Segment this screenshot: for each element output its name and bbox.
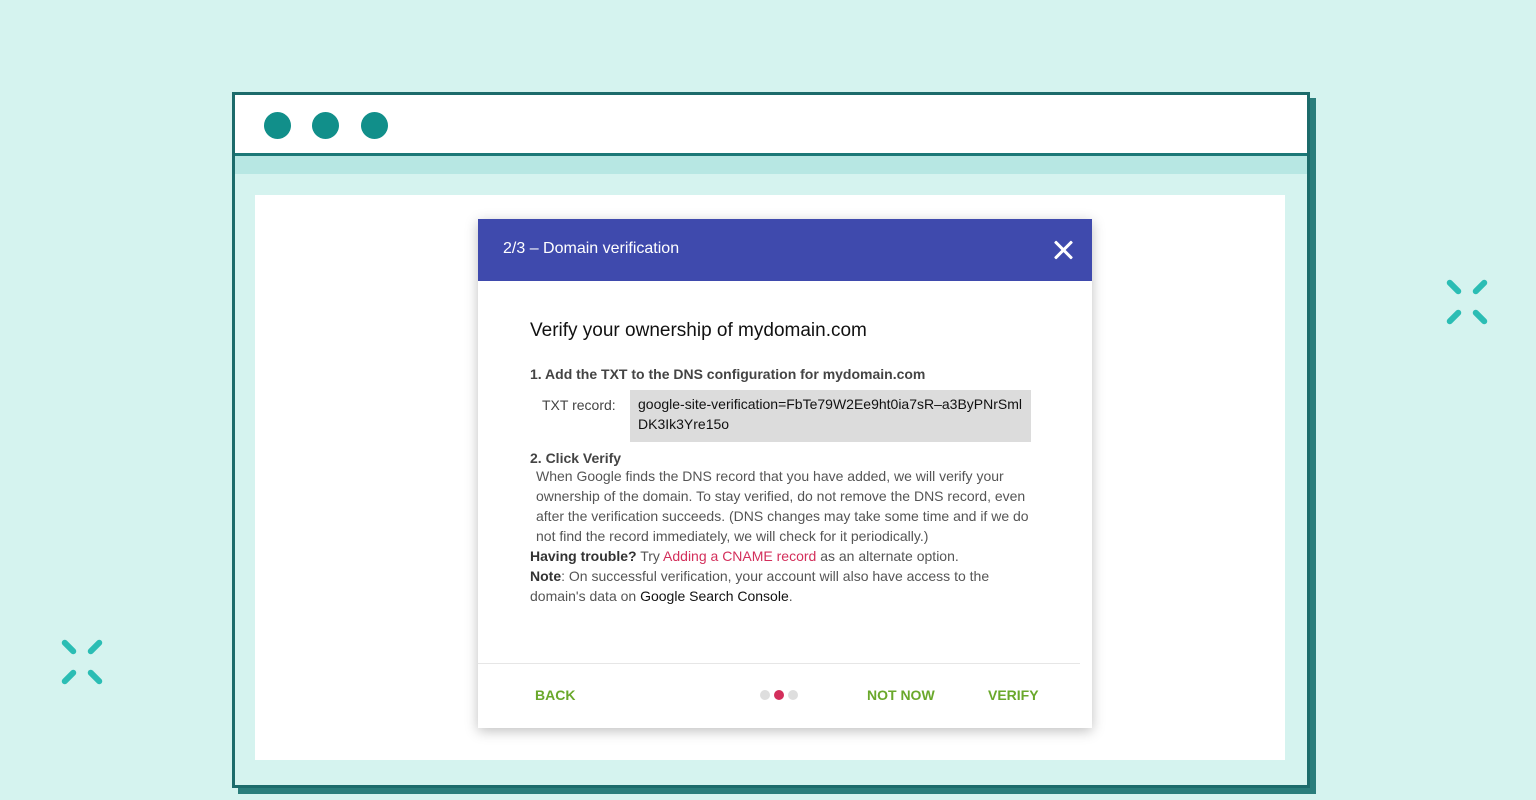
txt-record-label: TXT record: xyxy=(542,397,616,413)
step1-label: 1. Add the TXT to the DNS configuration … xyxy=(530,366,926,382)
browser-titlebar xyxy=(235,95,1307,156)
note-line: Note: On successful verification, your a… xyxy=(530,566,1040,606)
dialog-header: 2/3 – Domain verification xyxy=(478,219,1092,281)
step-indicator xyxy=(760,690,798,700)
verify-button[interactable]: VERIFY xyxy=(988,687,1039,703)
dialog-heading: Verify your ownership of mydomain.com xyxy=(530,320,867,341)
trouble-post: as an alternate option. xyxy=(820,548,959,564)
step2-description: When Google finds the DNS record that yo… xyxy=(536,468,1029,544)
browser-toolbar-strip xyxy=(235,156,1307,174)
step-dot xyxy=(760,690,770,700)
step-dot xyxy=(788,690,798,700)
trouble-pre: Try xyxy=(640,548,660,564)
domain-verification-dialog: 2/3 – Domain verification Verify your ow… xyxy=(478,219,1092,728)
txt-record-row: TXT record: google-site-verification=FbT… xyxy=(542,390,1040,442)
step-dot-active xyxy=(774,690,784,700)
search-console-text: Google Search Console xyxy=(640,588,789,604)
note-label: Note xyxy=(530,568,562,584)
trouble-line: Having trouble? Try Adding a CNAME recor… xyxy=(530,546,1040,566)
sparkle-icon-left xyxy=(56,636,108,688)
dialog-body: Verify your ownership of mydomain.com 1.… xyxy=(530,320,1040,606)
footer-divider xyxy=(478,663,1080,664)
not-now-button[interactable]: NOT NOW xyxy=(867,687,935,703)
dialog-title: 2/3 – Domain verification xyxy=(503,240,680,257)
dialog-footer: BACK NOT NOW VERIFY xyxy=(478,687,1092,707)
window-dot-icon xyxy=(312,112,339,139)
note-end: . xyxy=(788,588,793,604)
txt-record-value[interactable]: google-site-verification=FbTe79W2Ee9ht0i… xyxy=(630,390,1031,442)
back-button[interactable]: BACK xyxy=(535,687,575,703)
sparkle-icon-right xyxy=(1441,276,1493,328)
cname-record-link[interactable]: Adding a CNAME record xyxy=(663,548,816,564)
close-icon[interactable] xyxy=(1050,237,1076,263)
window-dot-icon xyxy=(264,112,291,139)
step2-label: 2. Click Verify xyxy=(530,450,622,466)
trouble-label: Having trouble? xyxy=(530,548,637,564)
window-dot-icon xyxy=(361,112,388,139)
